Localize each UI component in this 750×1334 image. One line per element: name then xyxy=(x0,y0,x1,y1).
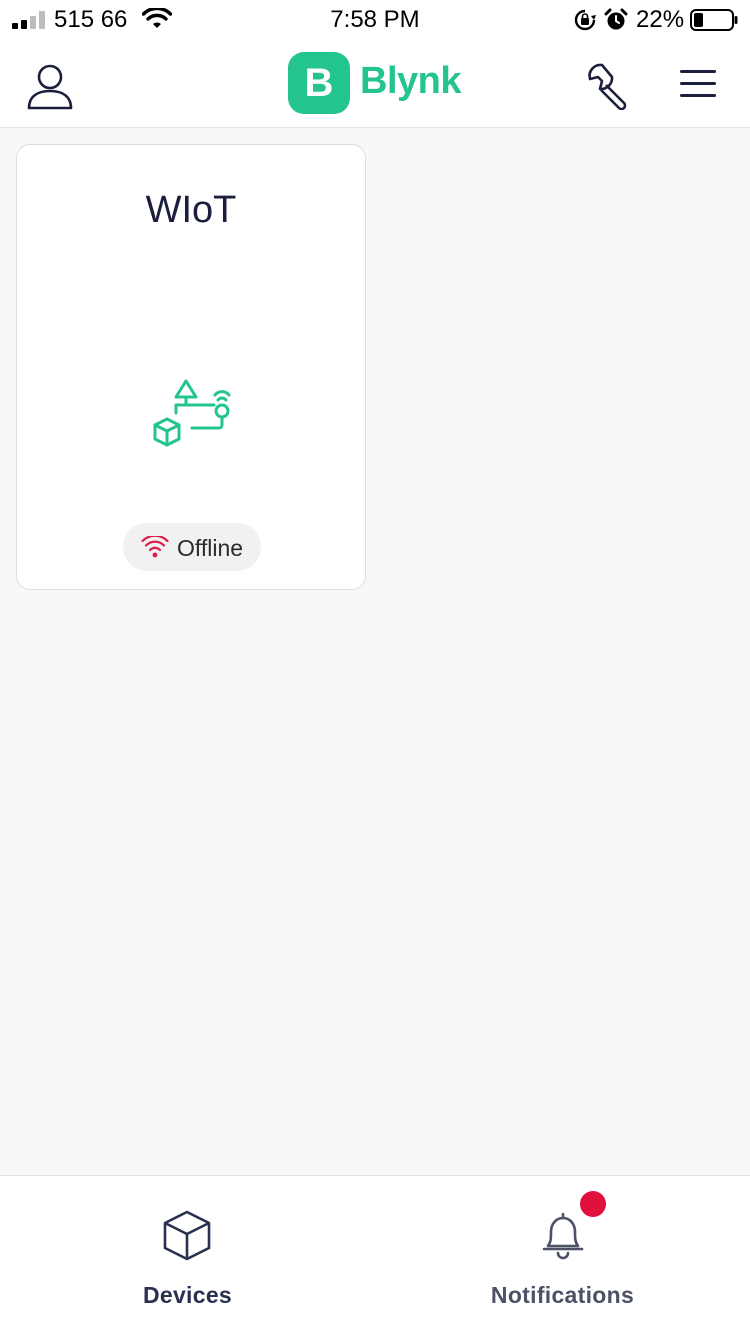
status-badge: Offline xyxy=(123,523,261,571)
alarm-icon xyxy=(604,8,628,30)
orientation-lock-icon xyxy=(574,9,596,31)
status-label: Offline xyxy=(177,535,244,561)
status-bar: 515 66 7:58 PM 22% xyxy=(0,0,750,40)
tab-notifications[interactable]: Notifications xyxy=(375,1176,750,1334)
tab-devices[interactable]: Devices xyxy=(0,1176,375,1334)
device-name: WIoT xyxy=(145,189,237,231)
wifi-offline-icon xyxy=(141,536,169,558)
hamburger-menu-icon[interactable] xyxy=(678,68,720,100)
brand-logo: B Blynk xyxy=(288,52,488,116)
notification-badge xyxy=(580,1191,606,1217)
cube-icon xyxy=(163,1210,211,1261)
device-template-icon xyxy=(153,379,231,447)
battery-icon xyxy=(690,9,738,31)
wrench-icon[interactable] xyxy=(582,60,632,110)
brand-name: Blynk xyxy=(360,60,461,102)
tab-notifications-label: Notifications xyxy=(490,1282,635,1308)
device-card[interactable]: WIoT Offline xyxy=(16,144,366,590)
bottom-tab-bar: Devices Notifications xyxy=(0,1175,750,1334)
tab-devices-label: Devices xyxy=(142,1282,233,1308)
bell-icon xyxy=(542,1212,584,1260)
brand-badge: B xyxy=(288,52,350,114)
battery-percent: 22% xyxy=(636,6,685,33)
app-header: B Blynk xyxy=(0,40,750,128)
profile-icon[interactable] xyxy=(24,60,76,112)
